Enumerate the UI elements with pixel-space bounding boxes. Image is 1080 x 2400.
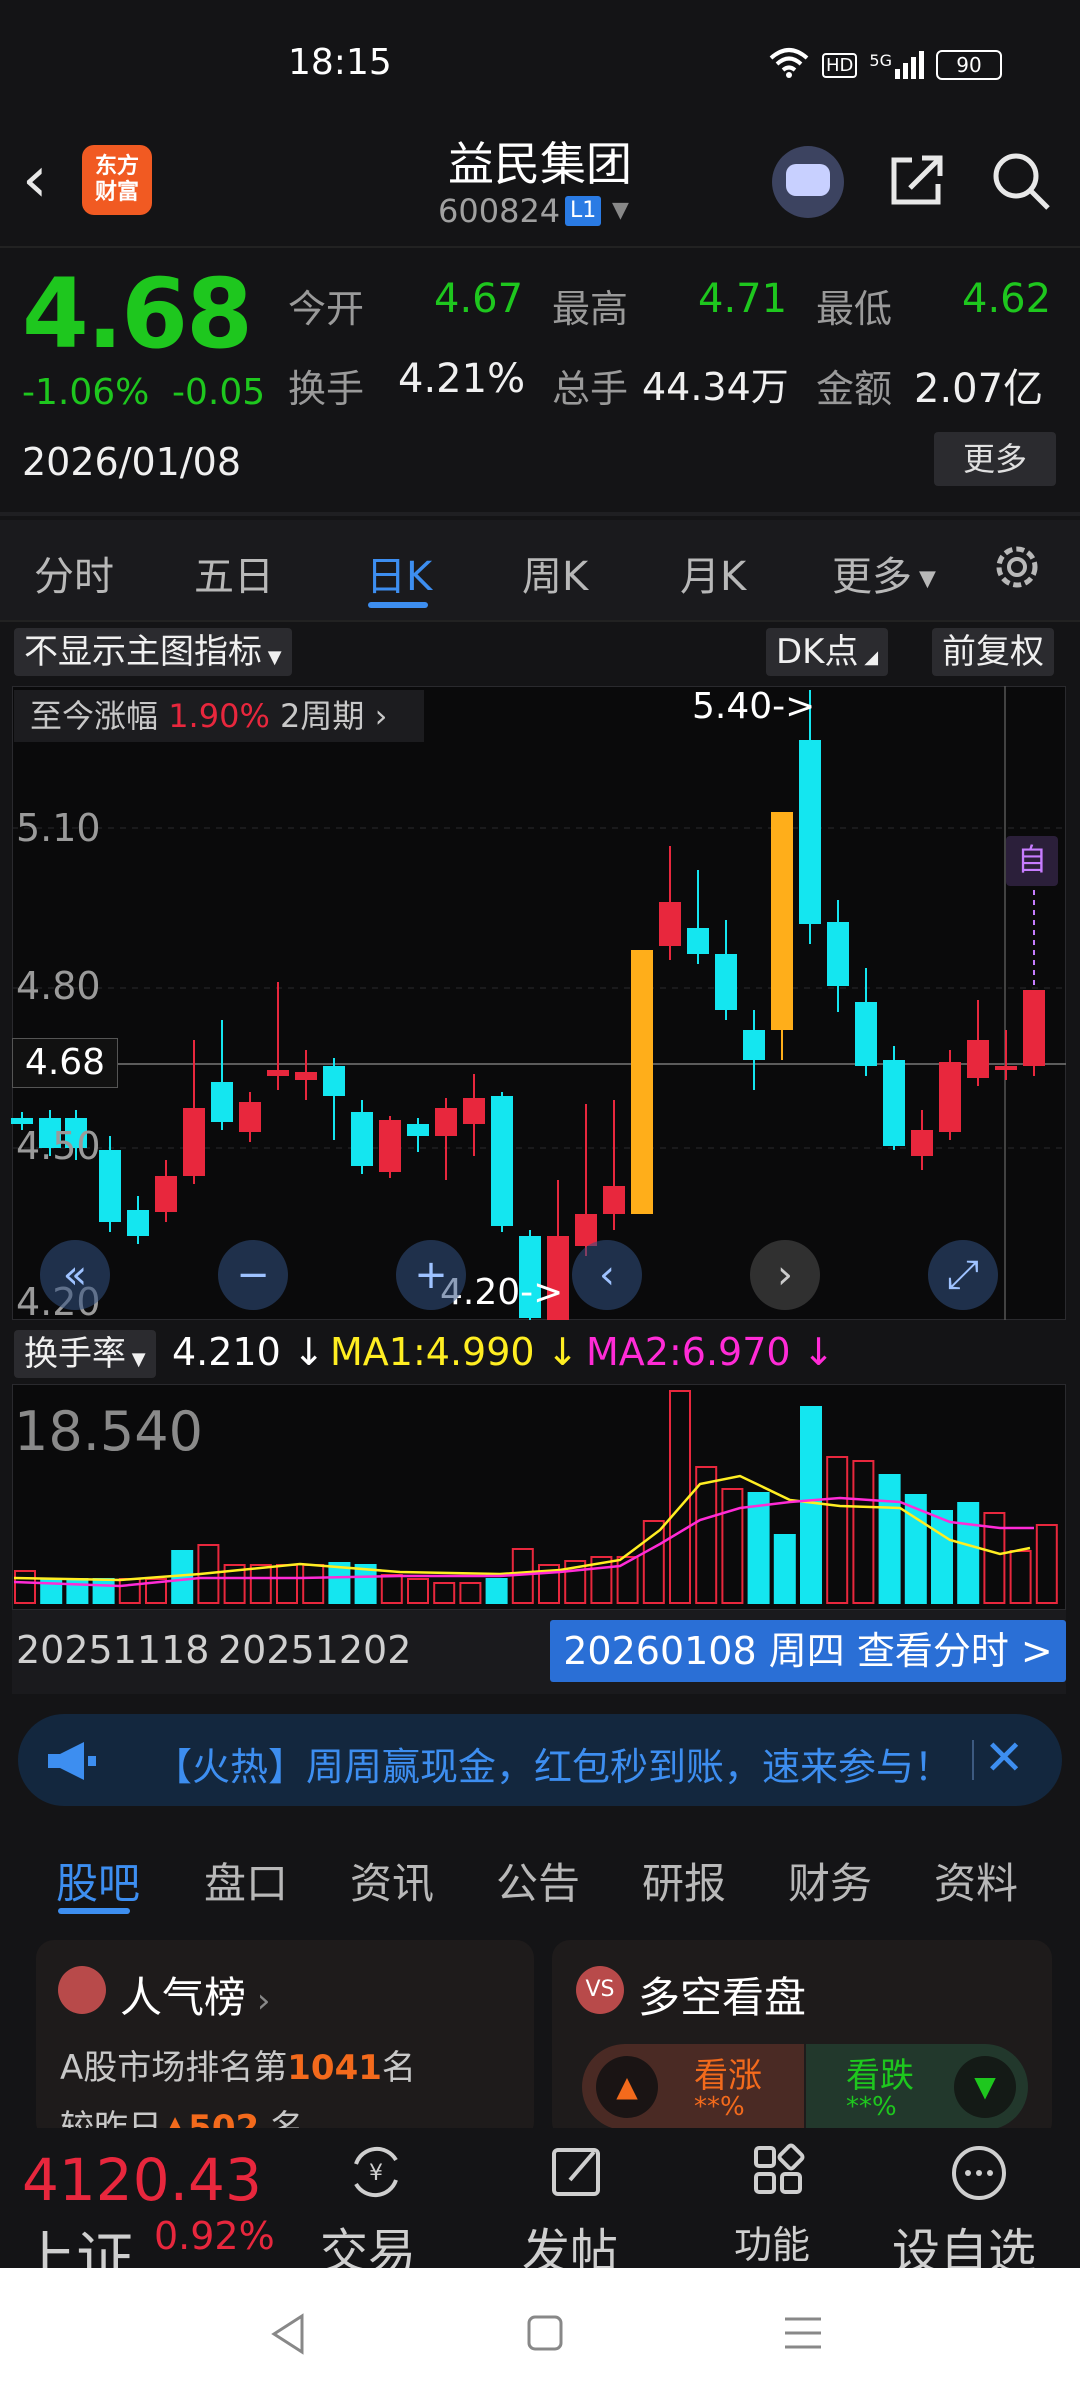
date-label-2: 20251202 [218,1628,412,1672]
turnover-bar [276,1564,298,1604]
vs-icon: VS [576,1966,624,2014]
date-label-1: 20251118 [16,1628,210,1672]
turnover-bar [721,1488,744,1604]
turnover-bar [616,1556,639,1604]
popularity-rank: A股市场排名第1041名 [60,2048,416,2088]
tab-finance[interactable]: 财务 [788,1850,872,1911]
close-icon[interactable]: ✕ [984,1730,1024,1786]
promo-separator [972,1740,974,1780]
tab-news[interactable]: 资讯 [350,1850,434,1911]
bull-percent: **% [694,2092,745,2122]
tab-pankou[interactable]: 盘口 [204,1850,288,1911]
view-intraday-button[interactable]: 20260108 周四 查看分时 > [550,1620,1066,1682]
trade-icon[interactable]: ¥ [348,2144,404,2200]
function-icon[interactable] [750,2142,806,2198]
turnover-bar [957,1502,980,1604]
megaphone-icon [48,1742,96,1780]
turnover-bar [852,1460,875,1604]
turnover-bar [380,1574,403,1604]
turnover-bar [773,1534,796,1604]
more-options-icon[interactable] [950,2144,1008,2202]
bull-arrow-icon[interactable]: ▲ [596,2056,658,2118]
turnover-bar [1035,1524,1058,1604]
turnover-bar [747,1492,770,1604]
nav-function[interactable]: 功能 [734,2214,810,2269]
turnover-bar [407,1578,429,1604]
bull-bear-title: 多空看盘 [638,1973,807,2022]
turnover-bar [878,1474,901,1604]
post-icon[interactable] [548,2142,606,2200]
turnover-bar [485,1578,508,1604]
system-home-icon[interactable] [526,2314,564,2352]
turnover-bar [14,1570,36,1604]
tab-guba[interactable]: 股吧 [56,1850,140,1911]
turnover-max-label: 18.540 [14,1400,203,1463]
active-subtab-indicator [58,1908,130,1914]
popularity-title[interactable]: 人气榜 › [120,1964,270,2025]
index-percent[interactable]: 0.92% [154,2214,275,2258]
turnover-bar [695,1466,718,1604]
turnover-bar [433,1582,456,1604]
bear-percent: **% [846,2092,897,2122]
turnover-bar [66,1578,89,1604]
bull-label: 看涨 [694,2056,762,2096]
svg-text:¥: ¥ [369,2161,383,2186]
tab-profile[interactable]: 资料 [934,1850,1018,1911]
tab-research[interactable]: 研报 [642,1850,726,1911]
turnover-bar [669,1390,691,1604]
ma1-line [13,1474,1031,1582]
index-price[interactable]: 4120.43 [22,2146,262,2214]
system-menu-icon[interactable] [782,2314,824,2352]
turnover-bar [118,1578,141,1604]
turnover-bar [459,1582,482,1604]
turnover-bar [302,1564,325,1604]
tab-announcements[interactable]: 公告 [496,1850,580,1911]
turnover-bar [826,1456,849,1604]
promo-text[interactable]: 【火热】周周赢现金，红包秒到账，速来参与！ [154,1736,952,1791]
system-back-icon[interactable] [268,2312,308,2356]
turnover-bar [249,1564,272,1604]
turnover-bar [800,1406,822,1604]
bear-label: 看跌 [846,2056,914,2096]
turnover-bar [1009,1550,1032,1604]
bear-arrow-icon[interactable]: ▼ [954,2056,1016,2118]
turnover-bar [931,1510,953,1604]
rank-icon [58,1966,106,2014]
turnover-bar [92,1578,115,1604]
popularity-change: 较昨日▲502 名 [60,2108,304,2128]
